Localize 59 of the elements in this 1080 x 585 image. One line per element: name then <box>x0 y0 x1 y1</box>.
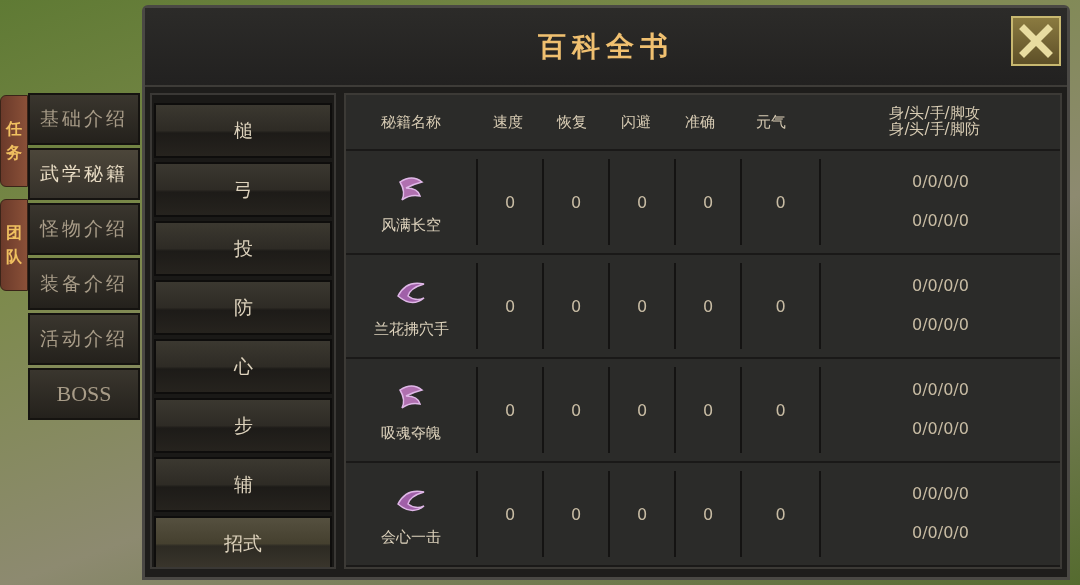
table-cell: 0 <box>504 296 516 316</box>
table-cell: 0 <box>636 400 648 420</box>
subcategory-tab[interactable]: 步 <box>154 398 332 453</box>
table-cell: 0 <box>702 296 714 316</box>
table-cell: 0/0/0/0 <box>912 317 969 334</box>
column-header: 身/头/手/脚攻 <box>889 106 980 122</box>
skill-name: 会心一击 <box>381 527 441 547</box>
category-tab[interactable]: 基础介绍 <box>28 93 140 145</box>
table-cell: 0 <box>775 400 786 420</box>
table-cell: 0 <box>570 192 582 212</box>
table-cell: 0/0/0/0 <box>912 278 969 295</box>
table-cell: 0 <box>702 504 714 524</box>
skill-name: 兰花拂穴手 <box>373 319 449 339</box>
column-header: 身/头/手/脚防 <box>889 122 980 138</box>
window-title: 百科全书 <box>538 28 674 65</box>
table-cell: 0/0/0/0 <box>912 382 969 399</box>
table-cell: 0 <box>570 504 582 524</box>
table-cell: 0 <box>570 400 582 420</box>
column-header: 元气 <box>754 112 787 132</box>
category-tab[interactable]: 装备介绍 <box>28 258 140 310</box>
subcategory-tab[interactable]: 槌 <box>154 103 332 158</box>
subcategory-tab[interactable]: 投 <box>154 221 332 276</box>
table-cell: 0 <box>702 192 714 212</box>
table-cell: 0 <box>504 400 516 420</box>
table-cell: 0 <box>775 296 786 316</box>
skill-name: 风满长空 <box>381 215 441 235</box>
table-cell: 0 <box>636 504 648 524</box>
table-cell: 0/0/0/0 <box>912 525 969 542</box>
table-cell: 0 <box>504 504 516 524</box>
subcategory-tab[interactable]: 辅 <box>154 457 332 512</box>
subcategory-tab[interactable]: 弓 <box>154 162 332 217</box>
column-header: 速度 <box>492 112 524 132</box>
category-tab[interactable]: 活动介绍 <box>28 313 140 365</box>
column-header: 恢复 <box>555 112 588 132</box>
table-cell: 0 <box>504 192 516 212</box>
subcategory-tab[interactable]: 招式 <box>154 516 332 567</box>
table-cell: 0 <box>570 296 582 316</box>
side-tab[interactable]: 任务 <box>0 95 28 187</box>
column-header: 秘籍名称 <box>380 112 442 132</box>
skill-name: 吸魂夺魄 <box>381 423 441 443</box>
table-cell: 0 <box>775 504 786 524</box>
column-header: 闪避 <box>620 112 652 132</box>
table-cell: 0 <box>702 400 714 420</box>
table-cell: 0/0/0/0 <box>912 486 969 503</box>
subcategory-tab[interactable]: 心 <box>154 339 332 394</box>
table-cell: 0 <box>775 192 786 212</box>
category-tab[interactable]: BOSS <box>28 368 140 420</box>
category-tab[interactable]: 武学秘籍 <box>28 148 140 200</box>
category-tab[interactable]: 怪物介绍 <box>28 203 140 255</box>
close-button[interactable] <box>1011 16 1061 66</box>
subcategory-tab[interactable]: 防 <box>154 280 332 335</box>
close-icon <box>1019 24 1053 58</box>
table-cell: 0/0/0/0 <box>912 213 969 230</box>
column-header: 准确 <box>684 112 716 132</box>
table-cell: 0 <box>636 192 648 212</box>
table-cell: 0/0/0/0 <box>912 421 969 438</box>
table-cell: 0/0/0/0 <box>912 174 969 191</box>
table-cell: 0 <box>636 296 648 316</box>
side-tab[interactable]: 团队 <box>0 199 28 291</box>
